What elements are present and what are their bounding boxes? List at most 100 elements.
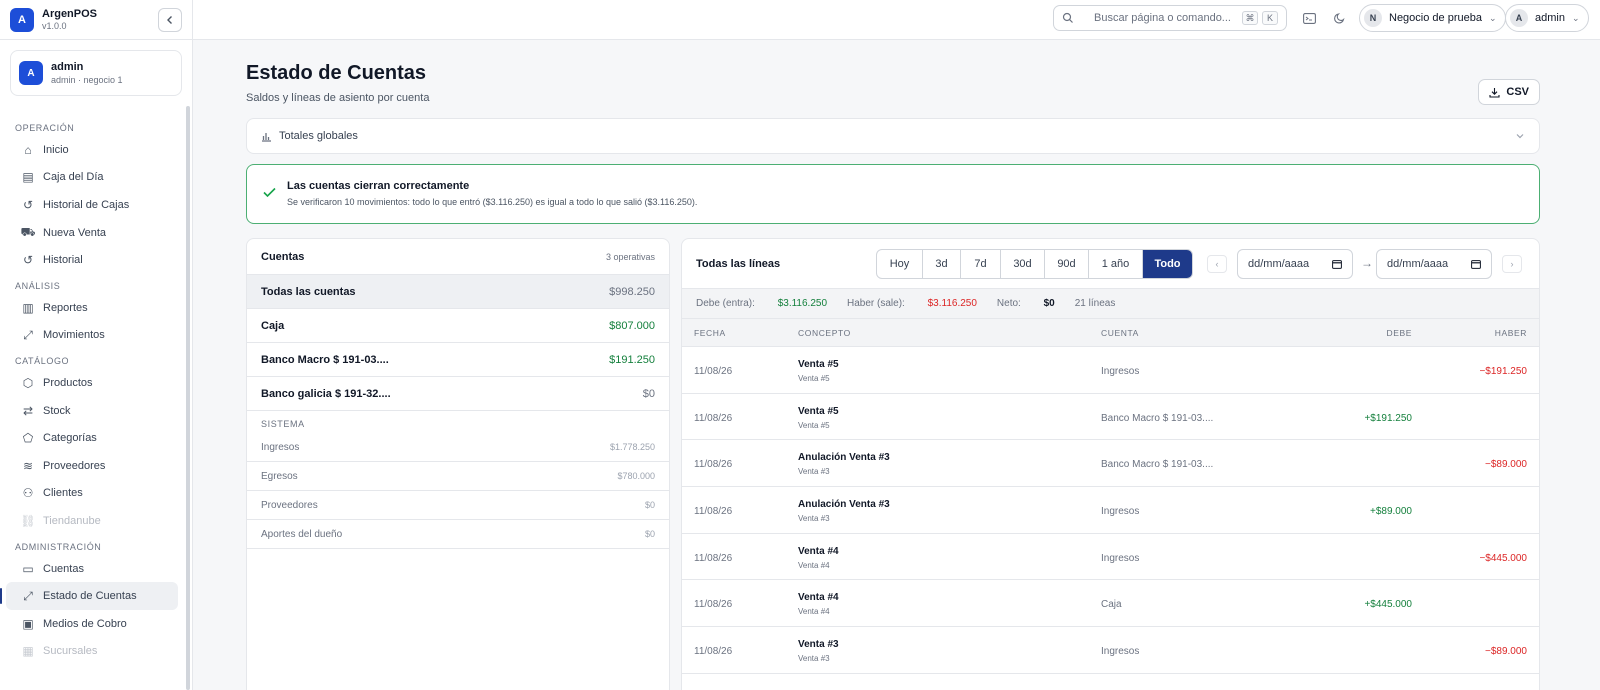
row-concepto-sub: Venta #5 [798,420,830,430]
sidebar-item-historial[interactable]: ↺ Historial [6,246,178,274]
sidebar-item-label: Productos [43,376,93,389]
system-account-row[interactable]: Proveedores $0 [247,491,669,520]
table-row[interactable]: 11/08/26 Venta #3 Venta #3 Ingresos −$89.000 [682,627,1539,674]
business-selector[interactable]: N Negocio de prueba ⌄ [1359,4,1506,32]
range-30d[interactable]: 30d [1001,250,1045,278]
system-account-name: Aportes del dueño [261,528,343,540]
range-1-año[interactable]: 1 año [1089,250,1143,278]
summary-debe-value: $3.116.250 [777,298,828,309]
account-menu[interactable]: A admin ⌄ [1505,4,1589,32]
row-haber: −$89.000 [1485,646,1527,658]
system-account-row[interactable]: Aportes del dueño $0 [247,520,669,549]
row-haber: −$89.000 [1485,459,1527,471]
sidebar-item-categorías[interactable]: ⬠ Categorías [6,424,178,452]
sidebar-item-stock[interactable]: ⇄ Stock [6,397,178,425]
table-row[interactable]: 11/08/26 Venta #4 Venta #4 Caja +$445.000 [682,580,1539,628]
row-debe: +$89.000 [1370,506,1412,518]
col-debe[interactable]: DEBE [1386,328,1412,338]
account-row[interactable]: Caja $807.000 [247,309,669,343]
bar-chart-icon [262,132,271,142]
bar-chart-icon: ▥ [22,300,34,315]
arrows-icon: ⇄ [22,403,34,418]
sidebar-item-inicio[interactable]: ⌂ Inicio [6,136,178,164]
row-concepto: Venta #4 [798,545,839,557]
account-balance: $191.250 [609,353,655,366]
search-input[interactable]: Buscar página o comando... ⌘ K [1053,5,1287,31]
row-haber: −$445.000 [1479,552,1527,564]
sidebar-item-reportes[interactable]: ▥ Reportes [6,294,178,322]
user-name: admin [51,61,84,73]
page-subtitle: Saldos y líneas de asiento por cuenta [246,92,430,104]
table-row[interactable]: 11/08/26 Anulación Venta #3 Venta #3 Banco … [682,440,1539,488]
brand-name: ArgenPOS [42,8,98,20]
sidebar-item-label: Caja del Día [43,171,104,184]
system-accounts-list: Ingresos $1.778.250 Egresos $780.000 Proveed… [247,433,669,549]
sidebar-item-label: Estado de Cuentas [43,590,137,603]
col-fecha[interactable]: FECHA [694,328,726,338]
theme-toggle-button[interactable] [1330,8,1350,28]
sidebar-item-movimientos[interactable]: ⤢ Movimientos [6,322,178,350]
table-row[interactable]: 11/08/26 Venta #5 Venta #5 Ingresos −$191.25… [682,347,1539,394]
date-from-input[interactable]: dd/mm/aaaa [1237,249,1353,279]
date-to-input[interactable]: dd/mm/aaaa [1376,249,1492,279]
totales-globales-accordion[interactable]: Totales globales [246,118,1540,154]
next-range-button[interactable]: › [1502,255,1522,273]
account-name: Banco Macro $ 191-03.... [261,353,389,366]
cash-icon: ▣ [22,616,34,631]
row-concepto: Venta #3 [798,639,839,651]
account-row[interactable]: Banco Macro $ 191-03.... $191.250 [247,343,669,377]
row-concepto-sub: Venta #3 [798,514,830,524]
range-90d[interactable]: 90d [1045,250,1089,278]
col-concepto[interactable]: CONCEPTO [798,328,851,338]
account-balance: $807.000 [609,319,655,332]
row-debe: +$445.000 [1364,599,1412,611]
col-haber[interactable]: HABER [1495,328,1527,338]
table-row[interactable]: 11/08/26 Venta #4 Venta #4 Ingresos −$445.00… [682,534,1539,581]
sidebar-item-medios-de-cobro[interactable]: ▣ Medios de Cobro [6,610,178,638]
system-section-title: SISTEMA [261,419,305,429]
sidebar-item-nueva-venta[interactable]: ⛟ Nueva Venta [6,219,178,247]
collapse-sidebar-button[interactable] [158,7,182,32]
range-todo[interactable]: Todo [1143,250,1192,278]
row-cuenta: Ingresos [1101,552,1140,564]
system-account-row[interactable]: Ingresos $1.778.250 [247,433,669,462]
sidebar-item-productos[interactable]: ⬡ Productos [6,369,178,397]
system-account-row[interactable]: Egresos $780.000 [247,462,669,491]
prev-range-button[interactable]: ‹ [1207,255,1227,273]
export-csv-button[interactable]: CSV [1478,79,1540,105]
sidebar-item-cuentas[interactable]: ▭ Cuentas [6,555,178,583]
account-row[interactable]: Todas las cuentas $998.250 [247,275,669,309]
chevron-left-icon: ‹ [1215,259,1219,269]
row-cuenta: Caja [1101,599,1122,611]
link-icon: ⛓ [20,513,36,528]
sidebar: A ArgenPOS v1.0.0 A admin admin · negoci… [0,0,193,690]
sidebar-item-sucursales[interactable]: ▦ Sucursales [6,638,178,666]
sidebar-item-label: Categorías [43,432,97,445]
range-3d[interactable]: 3d [923,250,961,278]
chevron-right-icon: › [1510,259,1514,269]
building-icon: ▦ [22,644,34,659]
range-7d[interactable]: 7d [961,250,1001,278]
sidebar-item-caja-del-día[interactable]: ▤ Caja del Día [6,164,178,192]
sidebar-item-proveedores[interactable]: ≋ Proveedores [6,452,178,480]
table-row[interactable]: 11/08/26 Anulación Venta #3 Venta #3 Ingres… [682,487,1539,534]
chevron-down-icon [1516,134,1524,139]
sidebar-item-label: Historial de Cajas [43,198,130,211]
sidebar-item-clientes[interactable]: ⚇ Clientes [6,480,178,508]
row-fecha: 11/08/26 [694,646,733,658]
table-row[interactable]: 11/08/26 Venta #5 Venta #5 Banco Macro $ 19… [682,394,1539,441]
user-card[interactable]: A admin admin · negocio 1 [10,50,182,96]
sidebar-item-estado-de-cuentas[interactable]: ⤢ Estado de Cuentas [6,582,178,610]
terminal-button[interactable] [1299,8,1319,28]
sidebar-scrollbar[interactable] [186,106,190,690]
sidebar-item-historial-de-cajas[interactable]: ↺ Historial de Cajas [6,191,178,219]
kbd-cmd: ⌘ [1242,11,1258,25]
range-hoy[interactable]: Hoy [877,250,923,278]
col-cuenta[interactable]: CUENTA [1101,328,1139,338]
account-name: Caja [261,319,285,332]
sidebar-item-tiendanube[interactable]: ⛓ Tiendanube [6,507,178,535]
download-icon [1489,87,1500,98]
page-title: Estado de Cuentas [246,62,427,84]
nav-section-title: CATÁLOGO [15,356,70,367]
account-row[interactable]: Banco galicia $ 191-32.... $0 [247,377,669,411]
